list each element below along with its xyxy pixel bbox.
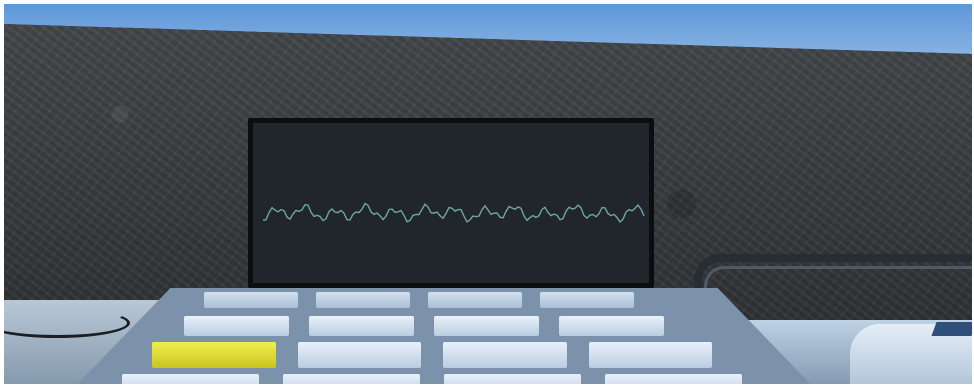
keypad-key[interactable] (297, 342, 421, 368)
keypad-key[interactable] (605, 374, 742, 384)
keypad-key[interactable] (309, 316, 414, 336)
monitor-screen (253, 123, 649, 283)
keypad-key[interactable] (559, 316, 664, 336)
keypad-key[interactable] (588, 342, 712, 368)
wall-monitor (248, 118, 654, 288)
keypad-key[interactable] (283, 374, 420, 384)
keypad-key[interactable] (204, 292, 298, 308)
keypad-key[interactable] (434, 316, 539, 336)
keypad-key[interactable] (122, 374, 259, 384)
waveform-display (262, 202, 645, 224)
keypad-key[interactable] (540, 292, 634, 308)
keypad-key[interactable] (184, 316, 289, 336)
game-viewport[interactable] (4, 4, 972, 384)
keypad-key[interactable] (428, 292, 522, 308)
keypad-key-highlighted[interactable] (152, 342, 276, 368)
keypad-key[interactable] (316, 292, 410, 308)
machine-stripe (931, 322, 972, 336)
waveform-line (262, 202, 645, 224)
keypad-key[interactable] (444, 374, 581, 384)
keypad-key[interactable] (443, 342, 567, 368)
